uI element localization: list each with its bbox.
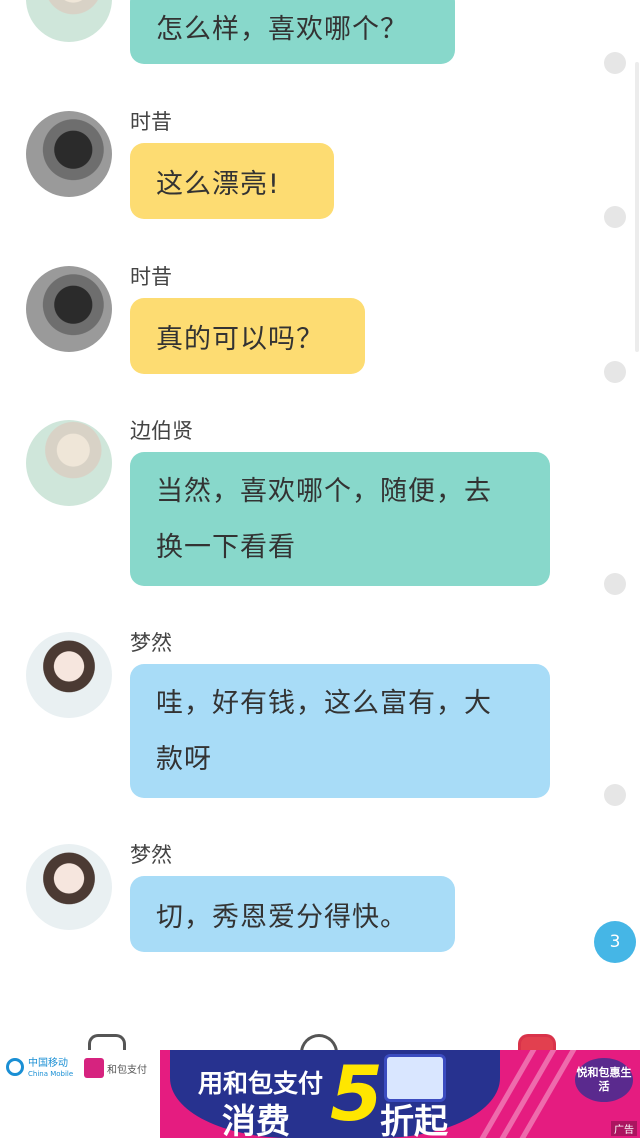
hebao-label: 和包支付: [107, 1065, 147, 1076]
avatar[interactable]: [26, 632, 112, 718]
message-text-line: 哇，好有钱，这么富有，大: [156, 688, 492, 719]
china-mobile-en-label: China Mobile: [28, 1070, 74, 1078]
avatar[interactable]: [26, 111, 112, 197]
china-mobile-logo-icon: [6, 1058, 24, 1076]
chat-thread[interactable]: 怎么样，喜欢哪个？ 时昔 这么漂亮! 时昔 真的可以吗？ 边伯贤 当然，喜欢哪个…: [0, 0, 640, 1050]
ad-banner[interactable]: 中国移动 China Mobile 和包支付 用和包支付 消费 5 折起 悦和包…: [0, 1050, 640, 1138]
china-mobile-label: 中国移动: [28, 1058, 68, 1069]
message-status-dot: [604, 361, 626, 383]
unread-count-badge[interactable]: 3: [594, 921, 636, 963]
ad-sponsor-area: 中国移动 China Mobile 和包支付: [0, 1050, 160, 1138]
sender-name: 时昔: [130, 265, 172, 289]
ad-discount-number: 5: [330, 1050, 383, 1138]
rose-icon[interactable]: [518, 1034, 556, 1050]
avatar[interactable]: [26, 420, 112, 506]
message-bubble[interactable]: 哇，好有钱，这么富有，大 款呀: [130, 664, 550, 798]
message-status-dot: [604, 206, 626, 228]
ad-discount-label: 折起: [380, 1102, 448, 1138]
message-bubble[interactable]: 怎么样，喜欢哪个？: [130, 0, 455, 64]
message-text-line: 款呀: [156, 744, 212, 775]
message-status-dot: [604, 52, 626, 74]
sender-name: 时昔: [130, 110, 172, 134]
message-bubble[interactable]: 真的可以吗？: [130, 298, 365, 374]
avatar[interactable]: [26, 266, 112, 352]
heart-icon[interactable]: [300, 1034, 338, 1050]
message-status-dot: [604, 784, 626, 806]
message-text-line: 当然，喜欢哪个，随便，去: [156, 476, 492, 507]
scrollbar[interactable]: [635, 62, 639, 352]
message-bubble[interactable]: 这么漂亮!: [130, 143, 334, 219]
avatar[interactable]: [26, 844, 112, 930]
message-text-line: 换一下看看: [156, 532, 296, 563]
sender-name: 边伯贤: [130, 419, 193, 443]
message-text: 这么漂亮!: [156, 168, 280, 200]
message-text: 真的可以吗？: [156, 323, 324, 355]
unread-count: 3: [609, 932, 621, 952]
message-status-dot: [604, 573, 626, 595]
message-text: 切，秀恩爱分得快。: [156, 901, 408, 933]
chat-icon[interactable]: [88, 1034, 126, 1050]
ad-label: 广告: [611, 1121, 637, 1136]
message-text: 怎么样，喜欢哪个？: [156, 13, 408, 45]
ad-subheadline: 消费: [222, 1102, 290, 1138]
sender-name: 梦然: [130, 843, 172, 867]
message-bubble[interactable]: 当然，喜欢哪个，随便，去 换一下看看: [130, 452, 550, 586]
message-bubble[interactable]: 切，秀恩爱分得快。: [130, 876, 455, 952]
avatar[interactable]: [26, 0, 112, 42]
sender-name: 梦然: [130, 631, 172, 655]
hebao-logo-icon: [84, 1058, 104, 1078]
ad-campaign-badge: 悦和包惠生活: [575, 1058, 633, 1102]
